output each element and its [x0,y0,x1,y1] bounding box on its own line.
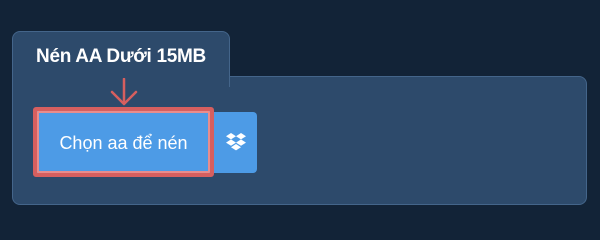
dropbox-button[interactable] [214,112,257,173]
choose-file-label: Chọn aa để nén [59,133,188,153]
upload-widget: Nén AA Dưới 15MB Chọn aa để nén [0,0,600,230]
dropbox-icon [226,133,246,151]
tab-title: Nén AA Dưới 15MB [36,46,206,67]
choose-file-button[interactable]: Chọn aa để nén [33,107,214,177]
arrow-down-icon [110,78,138,106]
